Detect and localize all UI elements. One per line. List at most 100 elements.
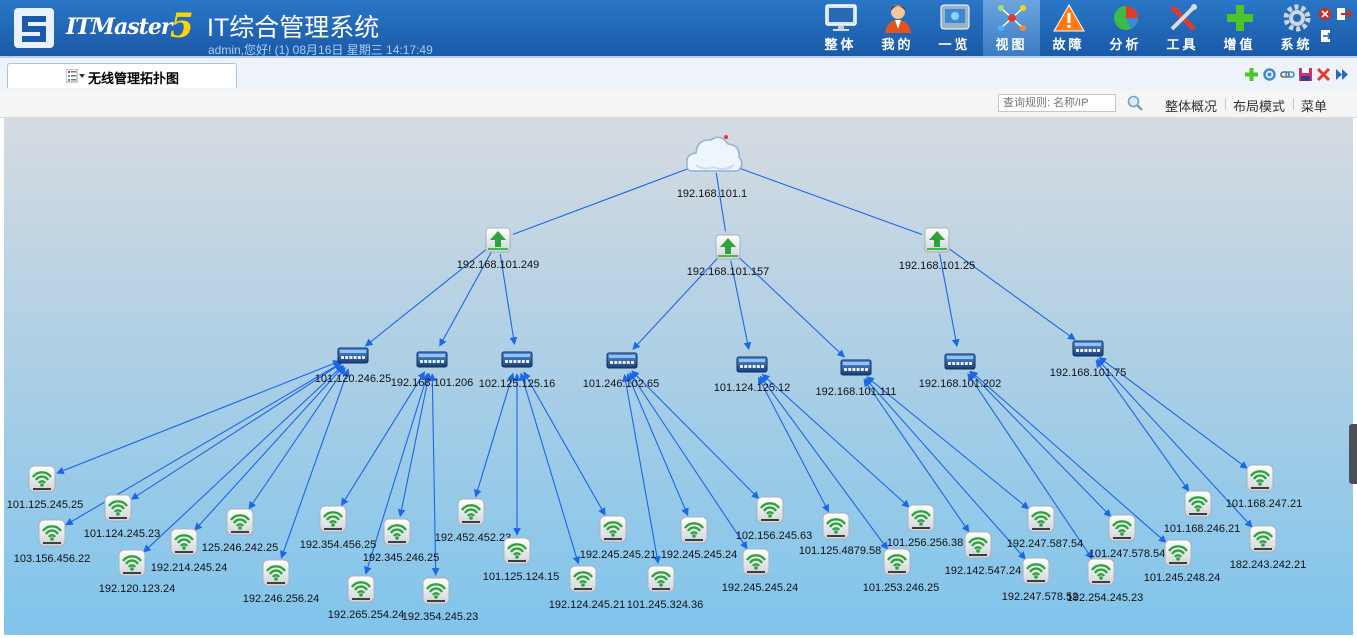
wireless-ap-icon[interactable] (38, 519, 66, 547)
router-icon[interactable] (485, 227, 511, 253)
switch-icon[interactable] (606, 352, 638, 369)
overall-summary-link[interactable]: 整体概况 (1165, 96, 1217, 115)
wireless-ap-icon[interactable] (28, 465, 56, 493)
node-ip-label: 192.452.452.23 (435, 532, 511, 544)
wireless-ap-icon[interactable] (1249, 525, 1277, 553)
node-ip-label: 192.345.246.25 (363, 552, 439, 564)
switch-icon[interactable] (1072, 340, 1104, 357)
wireless-ap-icon[interactable] (907, 504, 935, 532)
node-ip-label: 101.246.102.65 (583, 378, 659, 390)
nav-overall[interactable]: 整体 (812, 0, 869, 56)
close-icon[interactable] (1319, 8, 1331, 20)
nav-fault[interactable]: 故障 (1040, 0, 1097, 56)
router-icon[interactable] (924, 227, 950, 253)
node-ip-label: 192.354.456.25 (300, 539, 376, 551)
wireless-ap-icon[interactable] (319, 505, 347, 533)
nav-analysis[interactable]: 分析 (1097, 0, 1154, 56)
switch-icon[interactable] (944, 353, 976, 370)
topology-link (969, 370, 1167, 543)
topology-canvas[interactable]: 192.168.101.1 192.168.101.249 192.168.101.… (4, 117, 1353, 635)
switch-icon[interactable] (501, 351, 533, 368)
cloud-icon[interactable] (686, 135, 743, 172)
wireless-ap-icon[interactable] (457, 498, 485, 526)
wireless-ap-icon[interactable] (226, 508, 254, 536)
wireless-ap-icon[interactable] (680, 516, 708, 544)
wireless-ap-icon[interactable] (118, 549, 146, 577)
wireless-ap-icon[interactable] (1027, 505, 1055, 533)
node-ip-label: 192.246.256.24 (243, 593, 319, 605)
add-icon[interactable] (1244, 67, 1259, 82)
nav-view[interactable]: 视图 (983, 0, 1040, 56)
wireless-ap-icon[interactable] (1246, 464, 1274, 492)
link-icon[interactable] (1280, 67, 1295, 82)
nav-label: 视图 (995, 37, 1028, 52)
node-ip-label: 192.254.245.23 (1067, 592, 1143, 604)
layout-mode-link[interactable]: 布局模式 (1233, 96, 1285, 115)
switch-icon[interactable] (416, 351, 448, 368)
wireless-ap-icon[interactable] (503, 537, 531, 565)
node-ip-label: 192.214.245.24 (151, 562, 227, 574)
wireless-ap-icon[interactable] (347, 575, 375, 603)
topology-link (519, 372, 581, 565)
wireless-ap-icon[interactable] (104, 494, 132, 522)
wireless-ap-icon[interactable] (742, 548, 770, 576)
wireless-ap-icon[interactable] (599, 515, 627, 543)
wireless-ap-icon[interactable] (383, 518, 411, 546)
save-icon[interactable] (1298, 67, 1313, 82)
node-ip-label: 192.168.101.111 (816, 386, 897, 398)
nav-addon[interactable]: 增值 (1211, 0, 1268, 56)
wireless-ap-icon[interactable] (1022, 557, 1050, 585)
switch-icon[interactable] (840, 359, 872, 376)
switch-icon[interactable] (337, 347, 369, 364)
nodes-layer: 192.168.101.1 192.168.101.249 192.168.101.… (7, 135, 1306, 623)
node-ip-label: 103.156.456.22 (14, 553, 90, 565)
wireless-ap-icon[interactable] (883, 548, 911, 576)
search-input[interactable] (998, 94, 1116, 112)
node-ip-label: 192.245.245.24 (661, 549, 737, 561)
tab-actions (1244, 67, 1349, 82)
delete-icon[interactable] (1316, 67, 1331, 82)
wireless-ap-icon[interactable] (170, 528, 198, 556)
menu-link[interactable]: 菜单 (1301, 96, 1327, 115)
brand-name: ITMaster (66, 14, 172, 40)
router-icon[interactable] (715, 234, 741, 260)
topology-link (397, 372, 432, 518)
refresh-icon[interactable] (1262, 67, 1277, 82)
topology-link (715, 172, 727, 232)
wireless-ap-icon[interactable] (756, 496, 784, 524)
forward-icon[interactable] (1334, 67, 1349, 82)
wireless-ap-icon[interactable] (964, 531, 992, 559)
wireless-ap-icon[interactable] (1087, 558, 1115, 586)
exit-icon[interactable] (1321, 30, 1333, 42)
node-ip-label: 192.168.101.75 (1050, 367, 1126, 379)
side-panel-handle[interactable] (1349, 424, 1357, 484)
nav-mine[interactable]: 我的 (869, 0, 926, 56)
wireless-ap-icon[interactable] (1184, 490, 1212, 518)
switch-icon[interactable] (736, 356, 768, 373)
node-ip-label: 125.246.242.25 (202, 542, 278, 554)
nav-tools[interactable]: 工具 (1154, 0, 1211, 56)
logout-icon[interactable] (1337, 8, 1353, 20)
divider (1225, 98, 1226, 110)
screen-list-icon (940, 4, 970, 30)
wireless-ap-icon[interactable] (822, 512, 850, 540)
wireless-ap-icon[interactable] (422, 577, 450, 605)
wireless-ap-icon[interactable] (262, 559, 290, 587)
wireless-ap-icon[interactable] (1108, 514, 1136, 542)
node-ip-label: 101.124.125.12 (714, 382, 790, 394)
wireless-ap-icon[interactable] (1164, 539, 1192, 567)
pie-chart-icon (1114, 6, 1139, 30)
node-ip-label: 101.247.578.54 (1089, 548, 1165, 560)
topology-graph[interactable]: 192.168.101.1 192.168.101.249 192.168.101.… (4, 117, 1353, 635)
wireless-ap-icon[interactable] (569, 565, 597, 593)
topology-link (428, 373, 440, 576)
node-ip-label: 192.168.101.206 (391, 377, 474, 389)
tools-icon (1170, 4, 1197, 31)
nav-overview[interactable]: 一览 (926, 0, 983, 56)
topology-link (621, 374, 661, 565)
wireless-ap-icon[interactable] (647, 565, 675, 593)
tab-wireless-topology[interactable]: 无线管理拓扑图 (7, 63, 237, 88)
node-ip-label: 182.243.242.21 (1230, 559, 1306, 571)
topology-link (512, 163, 702, 235)
search-icon[interactable] (1127, 95, 1143, 111)
